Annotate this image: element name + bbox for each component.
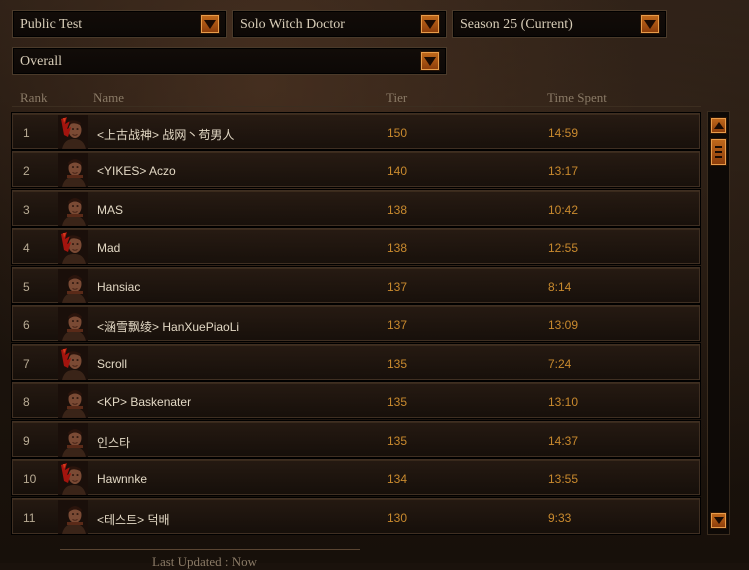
female-witch-doctor-portrait — [58, 230, 88, 264]
scope-dropdown-button[interactable] — [420, 51, 440, 71]
grip-line — [715, 146, 722, 148]
row-tier: 150 — [387, 126, 408, 140]
row-rank: 7 — [23, 357, 30, 371]
row-rank: 2 — [23, 164, 30, 178]
last-updated-text: Last Updated : Now — [152, 554, 258, 569]
male-witch-doctor-portrait — [58, 153, 88, 187]
row-rank: 10 — [23, 472, 37, 486]
row-time: 13:55 — [548, 472, 579, 486]
scope-dropdown-label: Overall — [20, 54, 62, 69]
chevron-down-icon — [713, 517, 724, 524]
leaderboard-row[interactable]: 10 Hawnnke 134 13:55 — [12, 459, 700, 495]
category-dropdown-label: Solo Witch Doctor — [240, 17, 345, 32]
row-time: 8:14 — [548, 280, 572, 294]
row-tier: 137 — [387, 280, 408, 294]
mode-dropdown-button[interactable] — [200, 14, 220, 34]
scrollbar-thumb[interactable] — [710, 138, 727, 166]
row-name: 인스타 — [97, 436, 131, 450]
chevron-down-icon — [424, 19, 436, 29]
chevron-down-icon — [424, 56, 436, 66]
leaderboard-row[interactable]: 8 <KP> Baskenater 135 13:10 — [12, 382, 700, 418]
leaderboard-row[interactable]: 2 <YIKES> Aczo 140 13:17 — [12, 151, 700, 187]
chevron-up-icon — [713, 122, 724, 129]
male-witch-doctor-portrait — [58, 384, 88, 418]
leaderboard-row[interactable]: 5 Hansiac 137 8:14 — [12, 267, 700, 303]
female-witch-doctor-portrait — [58, 115, 88, 149]
female-witch-doctor-portrait — [58, 346, 88, 380]
row-rank: 11 — [23, 511, 36, 525]
row-time: 10:42 — [548, 203, 579, 217]
leaderboard-row[interactable]: 11 <테스트> 덕배 130 9:33 — [12, 498, 700, 534]
row-tier: 134 — [387, 472, 408, 486]
row-rank: 9 — [23, 434, 30, 448]
chevron-down-icon — [644, 19, 656, 29]
grip-line — [715, 151, 722, 153]
row-rank: 4 — [23, 241, 30, 255]
row-name: Mad — [97, 241, 121, 255]
row-tier: 140 — [387, 164, 408, 178]
column-header-time: Time Spent — [547, 90, 607, 105]
row-time: 13:17 — [548, 164, 579, 178]
row-tier: 135 — [387, 395, 408, 409]
row-rank: 5 — [23, 280, 30, 294]
leaderboard-row[interactable]: 1 <上古战神> 战网丶苟男人 150 14:59 — [12, 113, 700, 149]
chevron-down-icon — [204, 19, 216, 29]
row-time: 14:59 — [548, 126, 579, 140]
row-tier: 138 — [387, 241, 408, 255]
leaderboard-scrollbar[interactable] — [707, 111, 730, 535]
leaderboard-header: Rank Name Tier Time Spent — [12, 84, 701, 107]
row-tier: 137 — [387, 318, 408, 332]
column-header-tier: Tier — [386, 90, 408, 105]
leaderboard-row[interactable]: 7 Scroll 135 7:24 — [12, 344, 700, 380]
male-witch-doctor-portrait — [58, 307, 88, 341]
row-tier: 135 — [387, 357, 408, 371]
row-tier: 138 — [387, 203, 408, 217]
category-dropdown[interactable]: Solo Witch Doctor — [232, 10, 447, 38]
leaderboard-row[interactable]: 9 인스타 135 14:37 — [12, 421, 700, 457]
female-witch-doctor-portrait — [58, 461, 88, 495]
row-name: <上古战神> 战网丶苟男人 — [97, 128, 235, 142]
footer: Last Updated : Now — [60, 549, 360, 569]
row-name: Scroll — [97, 357, 128, 371]
row-tier: 130 — [387, 511, 408, 525]
row-time: 9:33 — [548, 511, 572, 525]
row-time: 7:24 — [548, 357, 572, 371]
column-header-rank: Rank — [20, 90, 48, 105]
row-rank: 1 — [23, 126, 30, 140]
row-name: <테스트> 덕배 — [97, 513, 170, 527]
row-name: MAS — [97, 203, 124, 217]
row-name: <YIKES> Aczo — [97, 164, 176, 178]
leaderboard-row[interactable]: 4 Mad 138 12:55 — [12, 228, 700, 264]
row-name: <KP> Baskenater — [97, 395, 192, 409]
row-name: Hansiac — [97, 280, 141, 294]
male-witch-doctor-portrait — [58, 500, 88, 534]
row-name: Hawnnke — [97, 472, 148, 486]
season-dropdown-button[interactable] — [640, 14, 660, 34]
grip-line — [715, 156, 722, 158]
row-tier: 135 — [387, 434, 408, 448]
row-time: 13:09 — [548, 318, 579, 332]
male-witch-doctor-portrait — [58, 192, 88, 226]
row-name: <涵雪飘绫> HanXuePiaoLi — [97, 320, 240, 334]
scroll-up-button[interactable] — [710, 117, 727, 134]
row-rank: 6 — [23, 318, 30, 332]
season-dropdown[interactable]: Season 25 (Current) — [452, 10, 667, 38]
row-time: 12:55 — [548, 241, 579, 255]
leaderboard-row[interactable]: 3 MAS 138 10:42 — [12, 190, 700, 226]
leaderboard-row[interactable]: 6 <涵雪飘绫> HanXuePiaoLi 137 13:09 — [12, 305, 700, 341]
male-witch-doctor-portrait — [58, 423, 88, 457]
row-rank: 3 — [23, 203, 30, 217]
mode-dropdown-label: Public Test — [20, 17, 83, 32]
season-dropdown-label: Season 25 (Current) — [460, 17, 573, 32]
row-time: 14:37 — [548, 434, 579, 448]
scroll-down-button[interactable] — [710, 512, 727, 529]
row-time: 13:10 — [548, 395, 579, 409]
category-dropdown-button[interactable] — [420, 14, 440, 34]
mode-dropdown[interactable]: Public Test — [12, 10, 227, 38]
row-rank: 8 — [23, 395, 30, 409]
male-witch-doctor-portrait — [58, 269, 88, 303]
scope-dropdown[interactable]: Overall — [12, 47, 447, 75]
column-header-name: Name — [93, 90, 125, 105]
